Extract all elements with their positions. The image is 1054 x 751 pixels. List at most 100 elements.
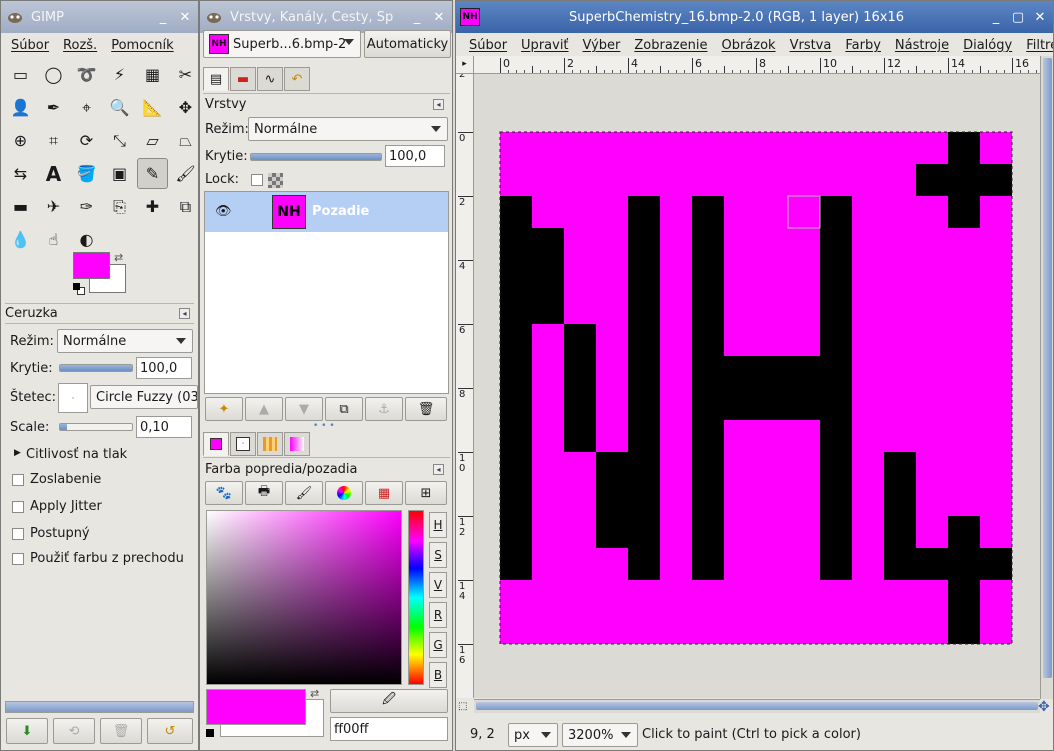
scale-slider[interactable] xyxy=(59,423,133,431)
zoom-combo[interactable]: 3200% xyxy=(562,723,638,747)
fade-checkbox[interactable] xyxy=(12,474,24,486)
shear-tool[interactable]: ▱ xyxy=(137,125,168,156)
color-select-tool[interactable]: ▦ xyxy=(137,59,168,90)
gimp-selector-button[interactable]: 🐾 xyxy=(205,481,243,505)
unit-combo[interactable]: px xyxy=(508,723,558,747)
dock-menu-icon[interactable]: ◂ xyxy=(179,308,190,319)
layers-titlebar[interactable]: Vrstvy, Kanály, Cesty, Sp _ ✕ xyxy=(200,1,452,33)
menu-item[interactable]: Vrstva xyxy=(783,38,839,53)
color-square-picker[interactable] xyxy=(206,510,402,685)
channel-tab-r[interactable]: R xyxy=(429,602,447,628)
eraser-tool[interactable]: ▬ xyxy=(5,191,36,222)
channel-tab-v[interactable]: V xyxy=(429,572,447,598)
blend-tool[interactable]: ▣ xyxy=(104,158,135,189)
tab-undo[interactable]: ↶ xyxy=(284,67,310,91)
duplicate-layer-button[interactable]: ⧉ xyxy=(325,397,363,421)
brush-combo[interactable]: Circle Fuzzy (03) xyxy=(90,385,198,409)
menu-help[interactable]: Pomocník xyxy=(104,38,180,53)
save-options-button[interactable]: ⬇ xyxy=(6,718,48,744)
layer-row[interactable]: 👁 NH Pozadie xyxy=(205,192,448,232)
pressure-label[interactable]: Citlivosť na tlak xyxy=(26,447,127,462)
tab-patterns[interactable] xyxy=(257,432,283,456)
cmyk-selector-button[interactable]: 🖶 xyxy=(245,481,283,505)
layer-opacity-spin[interactable]: 100,0 xyxy=(385,145,445,167)
swap-colors-icon[interactable]: ⇄ xyxy=(310,687,319,700)
airbrush-tool[interactable]: ✈ xyxy=(38,191,69,222)
layer-name[interactable]: Pozadie xyxy=(312,204,369,219)
navigate-icon[interactable]: ✥ xyxy=(1038,699,1050,715)
default-colors-icon[interactable] xyxy=(206,729,214,737)
jitter-checkbox[interactable] xyxy=(12,501,24,513)
pencil-tool[interactable]: ✎ xyxy=(137,158,168,189)
tab-paths[interactable]: ∿ xyxy=(257,67,283,91)
move-tool[interactable]: ✥ xyxy=(170,92,198,123)
opacity-spin[interactable]: 100,0 xyxy=(136,357,192,379)
scissors-tool[interactable]: ✂ xyxy=(170,59,198,90)
quick-mask-corner[interactable]: ▸ xyxy=(456,56,474,74)
heal-tool[interactable]: ✚ xyxy=(137,191,168,222)
menu-item[interactable]: Súbor xyxy=(462,38,514,53)
default-colors-icon[interactable] xyxy=(73,283,85,295)
perspective-tool[interactable]: ⏢ xyxy=(170,125,198,156)
tab-brushes[interactable]: · xyxy=(230,432,256,456)
delete-options-button[interactable]: 🗑 xyxy=(100,718,142,744)
channel-tab-b[interactable]: B xyxy=(429,662,447,688)
menu-file[interactable]: Súbor xyxy=(4,38,56,53)
incremental-checkbox[interactable] xyxy=(12,528,24,540)
perspective-clone-tool[interactable]: ⧉ xyxy=(170,191,198,222)
zoom-tool[interactable]: 🔍 xyxy=(104,92,135,123)
foreground-select-tool[interactable]: 👤 xyxy=(5,92,36,123)
zoom-fit-icon[interactable]: ⬚ xyxy=(458,701,467,712)
bucket-fill-tool[interactable]: 🪣 xyxy=(71,158,102,189)
menu-item[interactable]: Výber xyxy=(576,38,628,53)
mode-combo[interactable]: Normálne xyxy=(57,329,193,353)
restore-options-button[interactable]: ⟲ xyxy=(53,718,95,744)
auto-button[interactable]: Automaticky xyxy=(364,30,451,58)
raise-layer-button[interactable]: ▲ xyxy=(245,397,283,421)
menu-item[interactable]: Filtre xyxy=(1019,38,1053,53)
lower-layer-button[interactable]: ▼ xyxy=(285,397,323,421)
dock-menu-icon[interactable]: ◂ xyxy=(433,99,444,110)
color-picker-tool[interactable]: ⌖ xyxy=(71,92,102,123)
flip-tool[interactable]: ⇆ xyxy=(5,158,36,189)
minimize-icon[interactable]: _ xyxy=(154,10,172,25)
menu-extensions[interactable]: Rozš. xyxy=(56,38,104,53)
fg-bg-preview[interactable]: ⇄ xyxy=(206,687,326,739)
palette-selector-button[interactable]: ▦ xyxy=(365,481,403,505)
crop-tool[interactable]: ⌗ xyxy=(38,125,69,156)
reset-options-button[interactable]: ↺ xyxy=(147,718,193,744)
measure-tool[interactable]: 📐 xyxy=(137,92,168,123)
menu-item[interactable]: Zobrazenie xyxy=(627,38,714,53)
hex-input[interactable]: ff00ff xyxy=(330,717,448,741)
menu-item[interactable]: Obrázok xyxy=(714,38,782,53)
toolbox-scrollbar[interactable] xyxy=(5,701,194,713)
pixel-canvas[interactable] xyxy=(474,74,1040,698)
align-tool[interactable]: ⊕ xyxy=(5,125,36,156)
expander-arrow-icon[interactable]: ▶ xyxy=(14,448,21,458)
channel-tab-s[interactable]: S xyxy=(429,542,447,568)
text-tool[interactable]: A xyxy=(38,158,69,189)
tab-layers[interactable]: ▤ xyxy=(203,67,229,91)
fg-color-swatch[interactable] xyxy=(73,252,110,279)
fuzzy-select-tool[interactable]: ⚡ xyxy=(104,59,135,90)
layer-mode-combo[interactable]: Normálne xyxy=(248,117,448,141)
paintbrush-tool[interactable]: 🖌 xyxy=(170,158,198,189)
vertical-scrollbar[interactable] xyxy=(1040,56,1053,699)
blur-tool[interactable]: 💧 xyxy=(5,224,36,255)
close-icon[interactable]: ✕ xyxy=(430,10,448,25)
channel-tab-h[interactable]: H xyxy=(429,512,447,538)
scale-tool[interactable]: ⤡ xyxy=(104,125,135,156)
scales-selector-button[interactable]: ⊞ xyxy=(405,481,447,505)
toolbox-titlebar[interactable]: GIMP _ ✕ xyxy=(1,1,198,33)
lock-alpha-checkbox[interactable] xyxy=(251,174,263,186)
menu-item[interactable]: Nástroje xyxy=(888,38,956,53)
close-icon[interactable]: ✕ xyxy=(176,10,194,25)
paths-tool[interactable]: ✒ xyxy=(38,92,69,123)
maximize-icon[interactable]: ▢ xyxy=(1009,10,1027,25)
channel-tab-g[interactable]: G xyxy=(429,632,447,658)
lasso-tool[interactable]: ➰ xyxy=(71,59,102,90)
close-icon[interactable]: ✕ xyxy=(1031,10,1049,25)
opacity-slider[interactable] xyxy=(59,364,133,372)
rect-select-tool[interactable]: ▭ xyxy=(5,59,36,90)
tab-fg-bg-color[interactable] xyxy=(203,432,229,456)
